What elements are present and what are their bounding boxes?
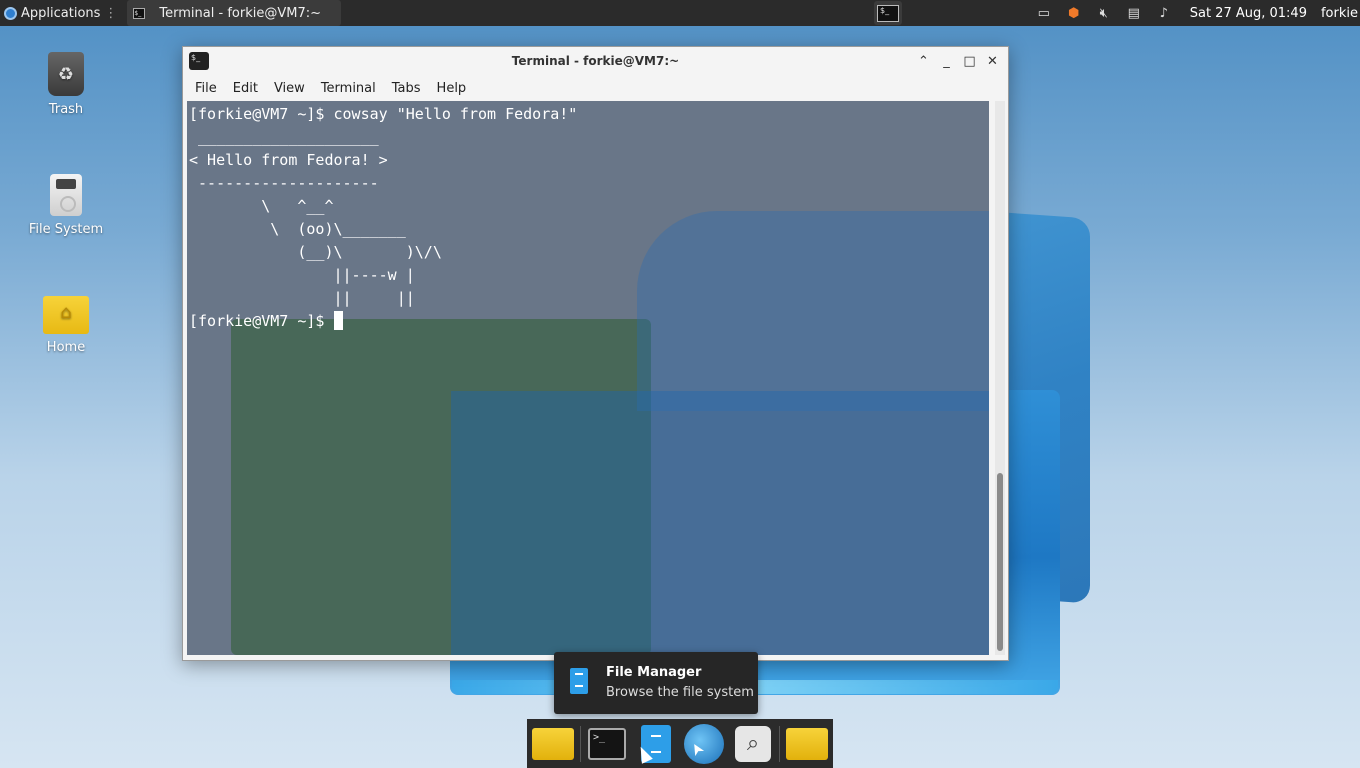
desktop-icon-home[interactable]: Home — [16, 296, 116, 355]
terminal-line: \ (oo)\_______ — [189, 220, 406, 238]
applications-label: Applications — [21, 5, 101, 21]
shade-button-icon[interactable]: ⌃ — [914, 51, 933, 71]
desktop-icon-file-system[interactable]: File System — [16, 174, 116, 237]
wallpaper-show-through — [451, 391, 989, 655]
terminal-window-icon[interactable]: $_ — [189, 52, 209, 70]
taskbar-terminal-button[interactable]: $_ Terminal - forkie@VM7:~ — [127, 0, 341, 26]
terminal-line: || || — [189, 289, 415, 307]
user-menu[interactable]: forkie — [1321, 6, 1358, 21]
desktop-icon-label: Home — [46, 340, 86, 355]
terminal-line: \ ^__^ — [189, 197, 334, 215]
menu-terminal[interactable]: Terminal — [313, 81, 384, 96]
terminal-line: (__)\ )\/\ — [189, 243, 442, 261]
terminal-line: ____________________ — [189, 128, 379, 146]
scrollbar-thumb[interactable] — [997, 473, 1003, 651]
desktop-icon-trash[interactable]: Trash — [16, 52, 116, 117]
dock-separator — [579, 725, 581, 762]
menubar: File Edit View Terminal Tabs Help — [183, 75, 1008, 101]
terminal-line: ||----w | — [189, 266, 415, 284]
dock-separator — [779, 725, 781, 762]
wallpaper-show-through — [637, 211, 989, 411]
notification-bell-icon[interactable]: ♪ — [1156, 5, 1172, 21]
terminal-scrollbar[interactable] — [995, 101, 1005, 655]
search-icon: ⌕ — [735, 725, 772, 762]
applications-logo-icon — [4, 6, 17, 20]
terminal-small-icon: $_ — [133, 7, 146, 19]
trash-icon — [48, 52, 84, 96]
terminal-line: [forkie@VM7 ~]$ cowsay "Hello from Fedor… — [189, 105, 578, 123]
terminal-prompt: [forkie@VM7 ~]$ — [189, 312, 334, 330]
menu-separator-icon: ⋮ — [104, 5, 118, 21]
home-folder-icon — [43, 296, 89, 334]
terminal-icon: >_ — [587, 727, 626, 760]
menu-edit[interactable]: Edit — [225, 81, 266, 96]
terminal-line: < Hello from Fedora! > — [189, 151, 388, 169]
folder-icon — [532, 727, 575, 760]
web-browser-icon — [684, 723, 725, 764]
dock-app-finder[interactable]: ⌕ — [731, 722, 776, 766]
minimize-button-icon[interactable]: _ — [937, 51, 956, 71]
window-controls: ⌃ _ □ ✕ — [914, 51, 1002, 71]
desktop-icon-label: Trash — [48, 102, 84, 117]
home-folder-icon — [785, 727, 828, 760]
menu-file[interactable]: File — [187, 81, 225, 96]
menu-view[interactable]: View — [266, 81, 313, 96]
clipboard-icon[interactable]: ▤ — [1126, 5, 1142, 21]
dock-show-desktop[interactable] — [531, 722, 576, 766]
panel-terminal-launcher[interactable]: $_ — [874, 1, 902, 25]
menu-help[interactable]: Help — [429, 81, 475, 96]
taskbar-terminal-title: Terminal - forkie@VM7:~ — [159, 5, 321, 21]
tooltip-description: Browse the file system — [606, 685, 754, 700]
tooltip-title: File Manager — [606, 665, 702, 680]
terminal-icon: $_ — [877, 4, 899, 22]
dock-home-folder[interactable] — [784, 722, 829, 766]
window-title: Terminal - forkie@VM7:~ — [511, 54, 680, 68]
package-updater-icon[interactable]: ⬢ — [1066, 5, 1082, 21]
terminal-line: -------------------- — [189, 174, 379, 192]
drive-icon — [50, 174, 82, 216]
dock-tooltip: File Manager Browse the file system — [554, 652, 758, 714]
system-tray: ▭ ⬢ 🔇︎ ▤ ♪ Sat 27 Aug, 01:49 forkie — [1036, 0, 1360, 26]
dock: >_ ⌕ — [527, 719, 833, 768]
display-icon[interactable]: ▭ — [1036, 5, 1052, 21]
desktop-icon-label: File System — [28, 222, 104, 237]
clock[interactable]: Sat 27 Aug, 01:49 — [1190, 6, 1307, 21]
maximize-button-icon[interactable]: □ — [960, 51, 979, 71]
file-manager-icon — [570, 668, 588, 694]
applications-menu-button[interactable]: Applications ⋮ — [0, 0, 121, 26]
terminal-window[interactable]: $_ Terminal - forkie@VM7:~ ⌃ _ □ ✕ File … — [182, 46, 1009, 661]
dock-web-browser[interactable] — [682, 722, 727, 766]
terminal-output[interactable]: [forkie@VM7 ~]$ cowsay "Hello from Fedor… — [187, 101, 989, 655]
terminal-text: [forkie@VM7 ~]$ cowsay "Hello from Fedor… — [189, 103, 577, 333]
menu-tabs[interactable]: Tabs — [384, 81, 429, 96]
dock-terminal[interactable]: >_ — [585, 722, 630, 766]
window-titlebar[interactable]: $_ Terminal - forkie@VM7:~ ⌃ _ □ ✕ — [183, 47, 1008, 75]
close-button-icon[interactable]: ✕ — [983, 51, 1002, 71]
text-cursor — [333, 311, 343, 330]
volume-muted-icon[interactable]: 🔇︎ — [1096, 5, 1112, 21]
